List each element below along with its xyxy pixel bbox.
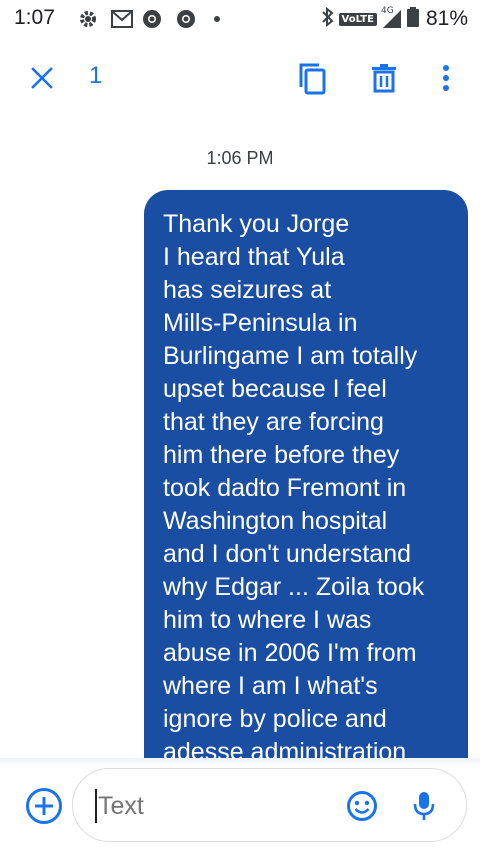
- message-line: I heard that Yula: [163, 243, 345, 271]
- outgoing-message-bubble[interactable]: Thank you Jorge I heard that Yula has se…: [144, 190, 468, 758]
- message-line: has seizures at: [163, 276, 332, 304]
- compose-field: [72, 768, 467, 842]
- copy-icon: [299, 63, 326, 95]
- message-timestamp: 1:06 PM: [206, 148, 274, 168]
- message-line: why Edgar ... Zoila took: [163, 573, 425, 601]
- message-line: Burlingame I am totally: [163, 342, 418, 370]
- volte-badge: VoLTE: [338, 12, 377, 26]
- message-line: upset because I feel: [163, 375, 387, 403]
- message-line: ignore by police and: [163, 705, 387, 733]
- message-line: adesse administration: [163, 738, 407, 758]
- message-line: that they are forcing: [163, 408, 384, 436]
- message-line: Washington hospital: [163, 507, 388, 535]
- status-time: 1:07: [14, 6, 55, 29]
- signal-icon: 4G: [380, 6, 403, 30]
- mic-icon: [413, 792, 435, 820]
- notification-dot-icon: [214, 16, 220, 22]
- delete-icon: [372, 64, 396, 93]
- status-bar: 1:07 VoLTE 4G 81%: [0, 0, 480, 38]
- gmail-icon: [110, 9, 134, 29]
- message-line: and I don't understand: [163, 540, 412, 568]
- selected-count: 1: [89, 62, 103, 89]
- chrome-icon: [176, 9, 196, 29]
- add-circle-icon: [26, 788, 62, 824]
- bluetooth-icon: [321, 6, 335, 32]
- message-line: Thank you Jorge: [163, 210, 350, 238]
- message-input[interactable]: [95, 789, 325, 823]
- copy-button[interactable]: [292, 58, 332, 98]
- message-line: took dadto Fremont in: [163, 474, 407, 502]
- compose-divider: [0, 758, 480, 766]
- close-icon: [31, 67, 53, 89]
- message-list[interactable]: Thank you Jorge I heard that Yula has se…: [0, 188, 480, 758]
- emoji-icon: [347, 791, 377, 821]
- close-selection-button[interactable]: [24, 60, 60, 96]
- selection-action-bar: 1: [0, 48, 480, 108]
- more-vert-icon: [443, 65, 449, 91]
- network-type-label: 4G: [380, 6, 394, 16]
- add-attachment-button[interactable]: [24, 786, 64, 826]
- status-right-group: VoLTE 4G 81%: [321, 6, 468, 32]
- message-line: Mills-Peninsula in: [163, 309, 358, 337]
- emoji-button[interactable]: [343, 787, 381, 825]
- chrome-icon: [142, 9, 162, 29]
- message-line: where I am I what's: [163, 672, 378, 700]
- message-line: him there before they: [163, 441, 400, 469]
- message-line: him to where I was: [163, 606, 372, 634]
- voice-input-button[interactable]: [405, 787, 443, 825]
- battery-percent: 81%: [425, 7, 468, 30]
- battery-icon: [406, 6, 419, 32]
- settings-icon: [78, 9, 98, 29]
- delete-button[interactable]: [364, 58, 404, 98]
- more-options-button[interactable]: [430, 58, 462, 98]
- message-line: abuse in 2006 I'm from: [163, 639, 417, 667]
